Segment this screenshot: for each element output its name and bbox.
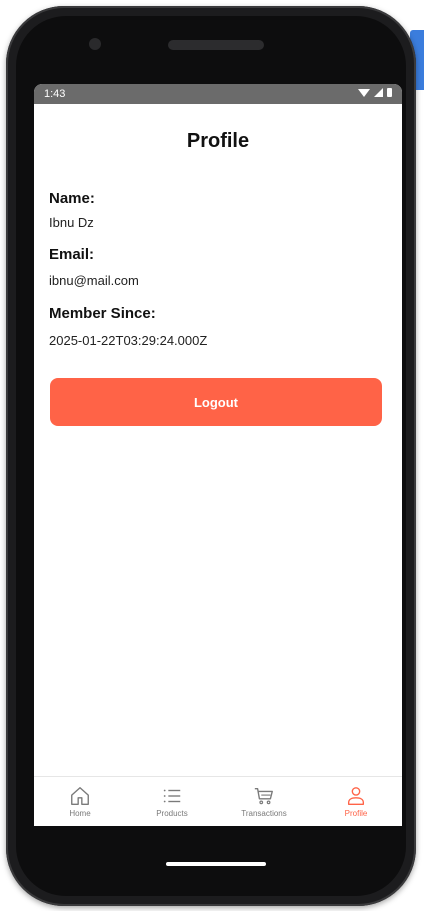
signal-icon [374,88,383,97]
tab-label-transactions: Transactions [241,809,287,818]
status-icons [358,88,392,97]
name-label: Name: [49,190,95,207]
app-screen: 1:43 Profile Name: Ibnu Dz Email: ibnu@m… [34,84,402,826]
bottom-tab-bar: Home Products Transactions Profile [34,776,402,826]
tab-label-home: Home [69,809,91,818]
tab-label-products: Products [156,809,188,818]
member-since-value: 2025-01-22T03:29:24.000Z [49,333,208,348]
page-title: Profile [186,130,250,152]
person-icon [347,787,365,805]
battery-icon [387,88,392,97]
camera-icon [89,38,101,50]
status-time: 1:43 [44,88,66,100]
tab-label-profile: Profile [344,809,368,818]
wifi-icon [358,88,370,97]
logout-button[interactable]: Logout [50,378,382,426]
tab-home[interactable]: Home [34,777,126,826]
member-since-label: Member Since: [49,305,156,322]
email-value: ibnu@mail.com [49,273,139,288]
name-value: Ibnu Dz [49,215,94,230]
home-indicator[interactable] [166,862,266,866]
cart-icon [254,787,273,805]
status-bar: 1:43 [34,84,402,104]
email-label: Email: [49,246,95,263]
tab-profile[interactable]: Profile [310,777,402,826]
home-icon [71,787,89,805]
speaker-grille [168,40,264,50]
tab-products[interactable]: Products [126,777,218,826]
tab-transactions[interactable]: Transactions [218,777,310,826]
list-icon [163,789,181,803]
